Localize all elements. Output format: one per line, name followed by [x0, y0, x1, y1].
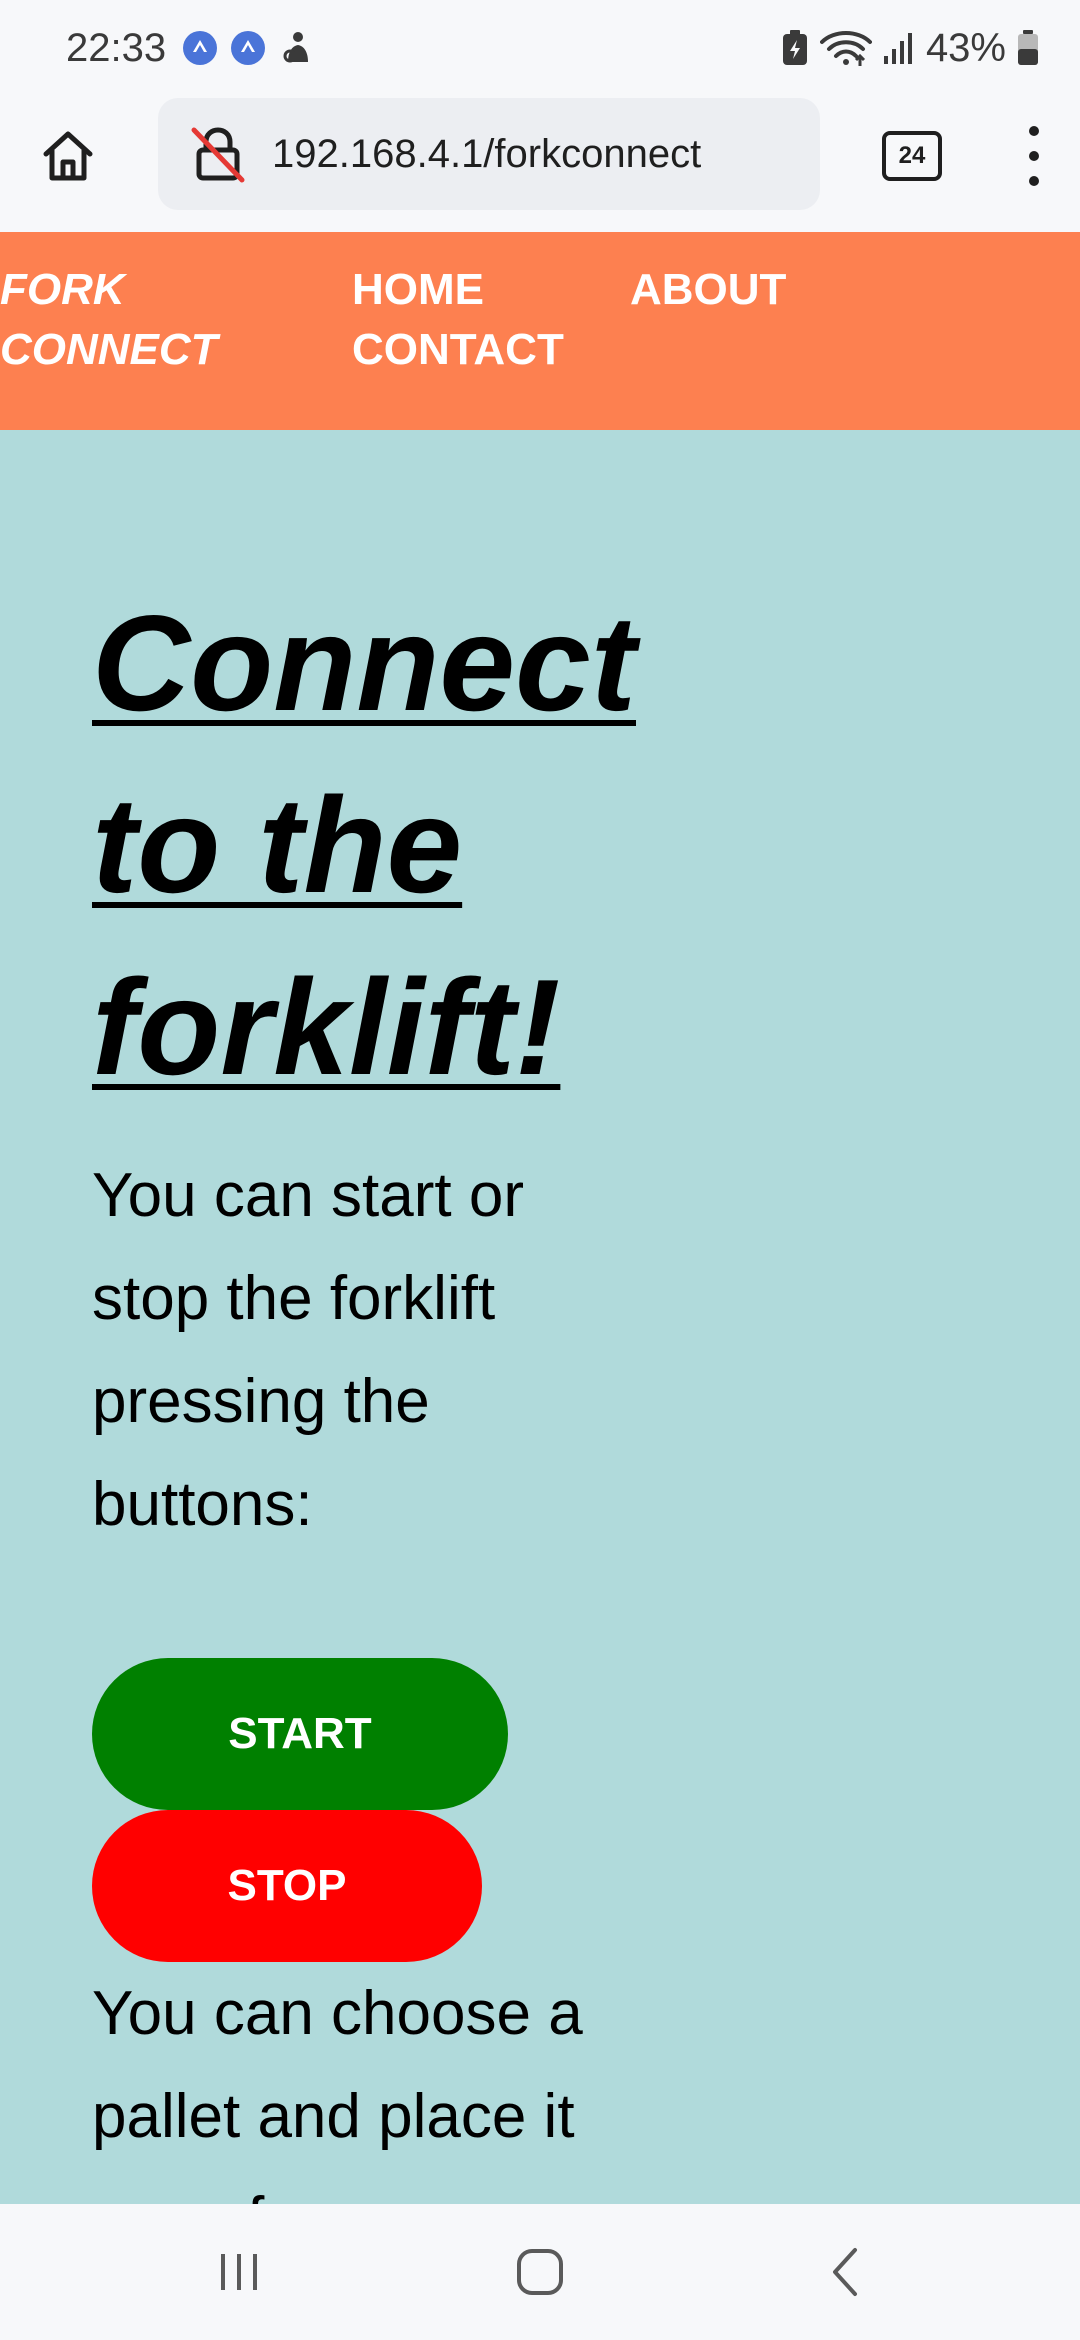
intro-paragraph: You can start or stop the forklift press…	[92, 1161, 524, 1539]
battery-saver-icon	[782, 30, 807, 65]
more-vert-icon	[1029, 126, 1039, 136]
more-vert-icon-dot	[1029, 151, 1039, 161]
system-navigation-bar	[0, 2204, 1080, 2340]
pallet-paragraph: You can choose a pallet and place it one…	[92, 1979, 583, 2204]
browser-menu-button[interactable]	[1014, 120, 1054, 192]
nav-link-home[interactable]: HOME	[352, 260, 484, 320]
back-button[interactable]	[800, 2232, 890, 2312]
wifi-icon	[819, 31, 872, 66]
status-right-group: 43%	[780, 22, 1040, 74]
start-button[interactable]: START	[92, 1658, 508, 1810]
back-icon	[833, 2248, 857, 2296]
accessibility-icon	[283, 32, 308, 63]
tab-count: 24	[898, 142, 926, 169]
battery-icon	[1018, 30, 1038, 65]
status-time: 22:33	[66, 26, 167, 70]
tabs-icon: 24	[882, 131, 942, 181]
stop-button-label: STOP	[227, 1861, 347, 1910]
phone-screen: 22:33 43% 192.168.4.1/forkconnect 24 FOR…	[0, 0, 1080, 2340]
home-icon	[43, 131, 93, 181]
battery-percent: 43%	[925, 26, 1006, 70]
nav-link-contact[interactable]: CONTACT	[352, 320, 564, 380]
stop-button[interactable]: STOP	[92, 1810, 482, 1962]
url-text[interactable]: 192.168.4.1/forkconnect	[272, 98, 701, 210]
web-page: FORK CONNECT HOME ABOUT CONTACT Connect …	[0, 232, 1080, 2204]
start-button-label: START	[228, 1709, 372, 1758]
recent-apps-button[interactable]	[194, 2232, 284, 2312]
home-icon	[517, 2249, 563, 2295]
signal-icon	[883, 33, 912, 64]
not-secure-lock-icon[interactable]	[188, 124, 248, 184]
browser-home-button[interactable]	[28, 116, 108, 196]
address-bar[interactable]: 192.168.4.1/forkconnect	[158, 98, 820, 210]
more-vert-icon-dot	[1029, 176, 1039, 186]
site-brand[interactable]: FORK CONNECT	[0, 260, 260, 380]
nav-link-about[interactable]: ABOUT	[630, 260, 786, 320]
system-home-button[interactable]	[495, 2232, 585, 2312]
app-notification-icon	[231, 31, 265, 65]
site-navbar: FORK CONNECT HOME ABOUT CONTACT	[0, 232, 1080, 430]
recent-apps-icon	[221, 2254, 257, 2290]
app-notification-icon	[183, 31, 217, 65]
status-bar: 22:33 43%	[0, 0, 1080, 96]
page-heading: Connect to the forklift!	[92, 587, 636, 1103]
browser-toolbar: 192.168.4.1/forkconnect 24	[0, 96, 1080, 233]
tabs-button[interactable]: 24	[872, 124, 952, 188]
